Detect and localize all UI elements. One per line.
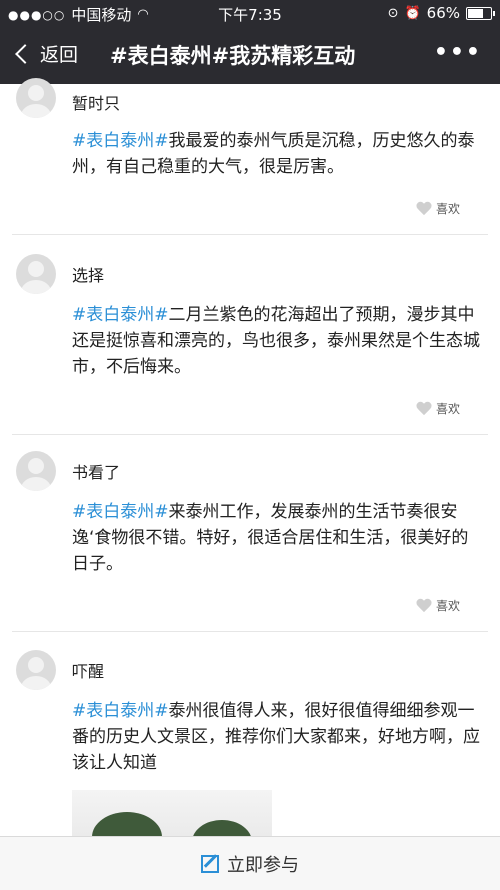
- back-button[interactable]: 返回: [14, 40, 78, 67]
- alarm-icon: ⏰: [404, 5, 421, 21]
- hashtag-link[interactable]: #表白泰州#: [72, 305, 169, 325]
- join-label: 立即参与: [227, 854, 299, 876]
- like-button[interactable]: 喜欢: [416, 597, 460, 614]
- nav-bar: 返回 #表白泰州#我苏精彩互动 •••: [0, 26, 500, 84]
- rotation-lock-icon: ⊙: [387, 5, 399, 21]
- post-content: #表白泰州#我最爱的泰州气质是沉稳，历史悠久的泰州，有自己稳重的大气，很是厉害。: [72, 128, 482, 180]
- hashtag-link[interactable]: #表白泰州#: [72, 502, 169, 522]
- like-button[interactable]: 喜欢: [416, 400, 460, 417]
- post-content: #表白泰州#泰州很值得人来，很好很值得细细参观一番的历史人文景区，推荐你们大家都…: [72, 698, 482, 776]
- heart-icon: [416, 599, 432, 613]
- edit-icon: [201, 854, 219, 873]
- hashtag-link[interactable]: #表白泰州#: [72, 131, 169, 151]
- post-author[interactable]: 选择: [72, 262, 104, 286]
- heart-icon: [416, 402, 432, 416]
- back-chevron-icon: [15, 43, 35, 64]
- hashtag-link[interactable]: #表白泰州#: [72, 701, 169, 721]
- like-label: 喜欢: [435, 202, 460, 216]
- like-label: 喜欢: [435, 402, 460, 416]
- avatar[interactable]: [16, 254, 56, 294]
- avatar[interactable]: [16, 451, 56, 491]
- page-title: #表白泰州#我苏精彩互动: [110, 44, 356, 68]
- more-icon[interactable]: •••: [434, 40, 482, 65]
- join-button[interactable]: 立即参与: [0, 836, 500, 890]
- divider: [12, 434, 488, 435]
- divider: [12, 234, 488, 235]
- post-author[interactable]: 吓醒: [72, 658, 104, 682]
- status-bar: ●●●○○ 中国移动 ◠ 下午7:35 ⊙ ⏰ 66%: [0, 0, 500, 26]
- heart-icon: [416, 202, 432, 216]
- like-button[interactable]: 喜欢: [416, 200, 460, 217]
- back-label: 返回: [40, 44, 79, 66]
- divider: [12, 631, 488, 632]
- avatar[interactable]: [16, 650, 56, 690]
- battery-icon: [466, 6, 495, 20]
- post-author[interactable]: 暂时只: [72, 90, 120, 114]
- avatar[interactable]: [16, 78, 56, 118]
- post-author[interactable]: 书看了: [72, 459, 120, 483]
- like-label: 喜欢: [435, 599, 460, 613]
- battery-percent: 66%: [426, 4, 460, 22]
- post-content: #表白泰州#二月兰紫色的花海超出了预期，漫步其中还是挺惊喜和漂亮的，鸟也很多，泰…: [72, 302, 482, 380]
- post-content: #表白泰州#来泰州工作，发展泰州的生活节奏很安逸‘食物很不错。特好，很适合居住和…: [72, 499, 482, 577]
